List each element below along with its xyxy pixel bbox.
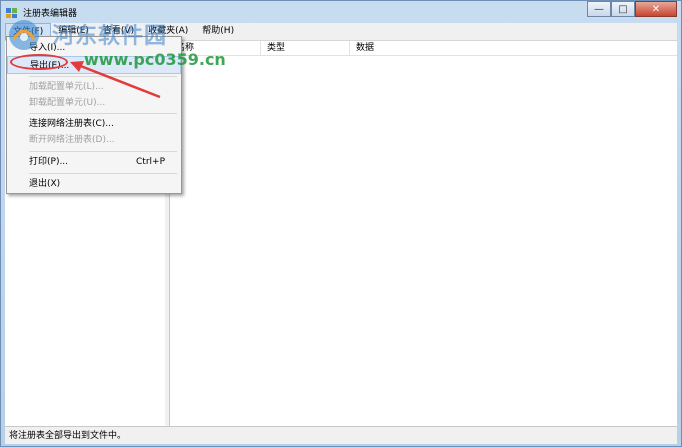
column-data[interactable]: 数据 [350,41,676,55]
menu-help[interactable]: 帮助(H) [195,23,241,40]
watermark-logo [9,20,39,50]
watermark-title: 河东软件园 [52,24,168,49]
menu-separator [29,151,177,152]
minimize-button[interactable]: — [587,1,611,17]
column-header: 名称 类型 数据 [170,41,677,56]
menu-item-shortcut: Ctrl+P [136,157,165,167]
watermark-url: www.pc0359.cn [84,50,226,69]
menu-item-disconnect-network-registry: 断开网络注册表(D)... [7,131,181,149]
values-list-pane[interactable]: 名称 类型 数据 [170,41,677,426]
menu-separator [29,173,177,174]
window-controls: — □ ✕ [587,1,677,19]
menu-separator [29,113,177,114]
maximize-button[interactable]: □ [611,1,635,17]
menu-item-label: 退出(X) [29,179,61,189]
menu-item-label: 断开网络注册表(D)... [29,135,115,145]
close-button[interactable]: ✕ [635,1,677,17]
menu-item-exit[interactable]: 退出(X) [7,175,181,193]
column-type[interactable]: 类型 [261,41,350,55]
status-bar: 将注册表全部导出到文件中。 [5,426,677,444]
menu-item-label: 打印(P)... [29,157,69,167]
menu-item-print[interactable]: 打印(P)... Ctrl+P [7,153,181,171]
